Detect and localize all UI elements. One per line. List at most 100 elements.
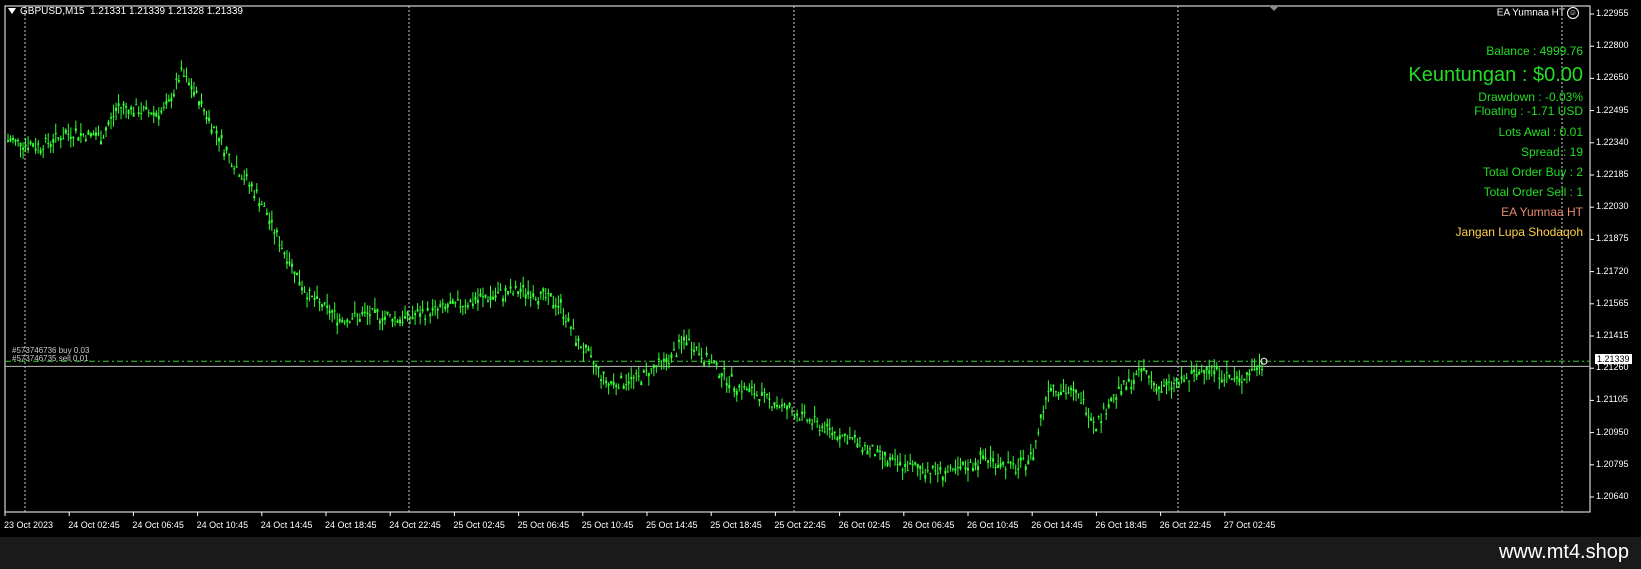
candle-body <box>82 133 85 135</box>
candle-body <box>916 463 919 468</box>
candle-body <box>665 358 668 362</box>
candle-body <box>936 472 939 474</box>
candle-body <box>87 130 90 135</box>
candle-body <box>708 362 711 365</box>
candle-body <box>185 76 188 78</box>
profit-text: Keuntungan : $0.00 <box>1408 64 1583 86</box>
candle-body <box>826 423 829 427</box>
candle-body <box>7 140 9 143</box>
candle-body <box>889 457 892 461</box>
candle-body <box>632 377 635 379</box>
candle-body <box>250 183 253 187</box>
candle-body <box>29 141 32 144</box>
candle-body <box>622 385 625 390</box>
candle-body <box>446 303 449 308</box>
candle-body <box>577 338 580 342</box>
candle-body <box>911 464 914 466</box>
candle-body <box>979 451 982 456</box>
candle-body <box>1009 461 1012 464</box>
time-tick-label: 25 Oct 10:45 <box>581 520 634 530</box>
lots-text: Lots Awal : 0.01 <box>1498 125 1583 139</box>
candle-body <box>34 148 37 151</box>
candle-body <box>32 143 35 147</box>
candle-body <box>1213 370 1216 375</box>
candle-body <box>298 281 301 286</box>
candle-body <box>383 316 386 320</box>
dropdown-triangle-icon[interactable] <box>8 8 16 15</box>
smiley-icon[interactable]: ☺ <box>1567 7 1579 19</box>
candle-body <box>582 351 585 353</box>
candle-body <box>821 426 824 429</box>
candle-body <box>9 138 12 142</box>
plot-frame <box>4 5 1591 513</box>
candle-body <box>431 307 434 311</box>
candle-body <box>1200 370 1203 372</box>
candle-body <box>896 463 899 465</box>
candle-body <box>353 312 356 314</box>
candle-body <box>921 471 924 473</box>
candle-body <box>89 133 92 137</box>
candle-body <box>537 300 540 305</box>
candle-body <box>1135 373 1138 376</box>
candle-body <box>368 314 371 317</box>
candle-body <box>969 461 972 463</box>
candle-body <box>301 287 304 291</box>
time-tick-label: 25 Oct 22:45 <box>774 520 826 530</box>
candle-body <box>547 293 550 295</box>
candle-body <box>733 388 736 392</box>
candle-body <box>718 375 721 379</box>
candle-body <box>135 104 138 106</box>
candle-body <box>1238 378 1241 383</box>
top-marker-icon <box>1269 6 1279 11</box>
candle-body <box>99 141 102 145</box>
chart-window[interactable]: GBPUSD,M15 1.21331 1.21339 1.21328 1.213… <box>0 0 1641 537</box>
candle-body <box>891 457 894 460</box>
candle-body <box>1137 368 1140 370</box>
price-chart[interactable] <box>0 0 1641 537</box>
candle-body <box>14 139 17 142</box>
candle-body <box>914 462 917 465</box>
candle-body <box>288 261 291 264</box>
price-tick-label: 1.22340 <box>1596 136 1629 147</box>
candle-body <box>1165 381 1168 385</box>
candle-body <box>394 317 397 319</box>
candle-body <box>602 371 605 374</box>
candle-body <box>660 360 663 362</box>
candle-body <box>522 285 525 288</box>
candle-body <box>1085 412 1088 415</box>
candle-body <box>306 297 309 300</box>
candle-body <box>341 319 344 323</box>
candle-body <box>1034 440 1037 442</box>
candle-body <box>1120 391 1123 395</box>
candle-body <box>162 106 165 108</box>
candle-body <box>1193 369 1196 373</box>
candle-body <box>64 129 67 134</box>
candle-body <box>592 362 595 364</box>
candle-body <box>1067 392 1070 394</box>
candle-body <box>318 301 321 304</box>
candle-body <box>502 298 505 302</box>
price-tick-label: 1.20950 <box>1596 426 1629 437</box>
price-tick-label: 1.21720 <box>1596 265 1629 276</box>
reminder-text: Jangan Lupa Shodaqoh <box>1455 225 1583 239</box>
candle-body <box>205 117 208 120</box>
candle-body <box>655 365 658 368</box>
candle-body <box>901 469 904 471</box>
time-tick-label: 26 Oct 10:45 <box>967 520 1019 530</box>
candle-body <box>391 318 394 322</box>
candle-body <box>1157 386 1160 390</box>
time-tick-label: 24 Oct 14:45 <box>260 520 313 530</box>
time-tick-label: 25 Oct 06:45 <box>517 520 570 530</box>
candle-body <box>270 220 273 223</box>
candle-body <box>959 466 962 470</box>
candle-body <box>406 311 409 316</box>
candle-body <box>926 469 929 471</box>
candle-body <box>122 103 125 106</box>
sell-order-label[interactable]: #573746735 sell 0.01 <box>12 354 89 363</box>
spread-text: Spread : 19 <box>1520 145 1583 159</box>
candle-body <box>635 372 638 374</box>
candle-body <box>519 288 522 293</box>
price-tick-label: 1.22185 <box>1596 169 1629 179</box>
candle-body <box>150 112 153 115</box>
candle-body <box>1258 365 1261 368</box>
